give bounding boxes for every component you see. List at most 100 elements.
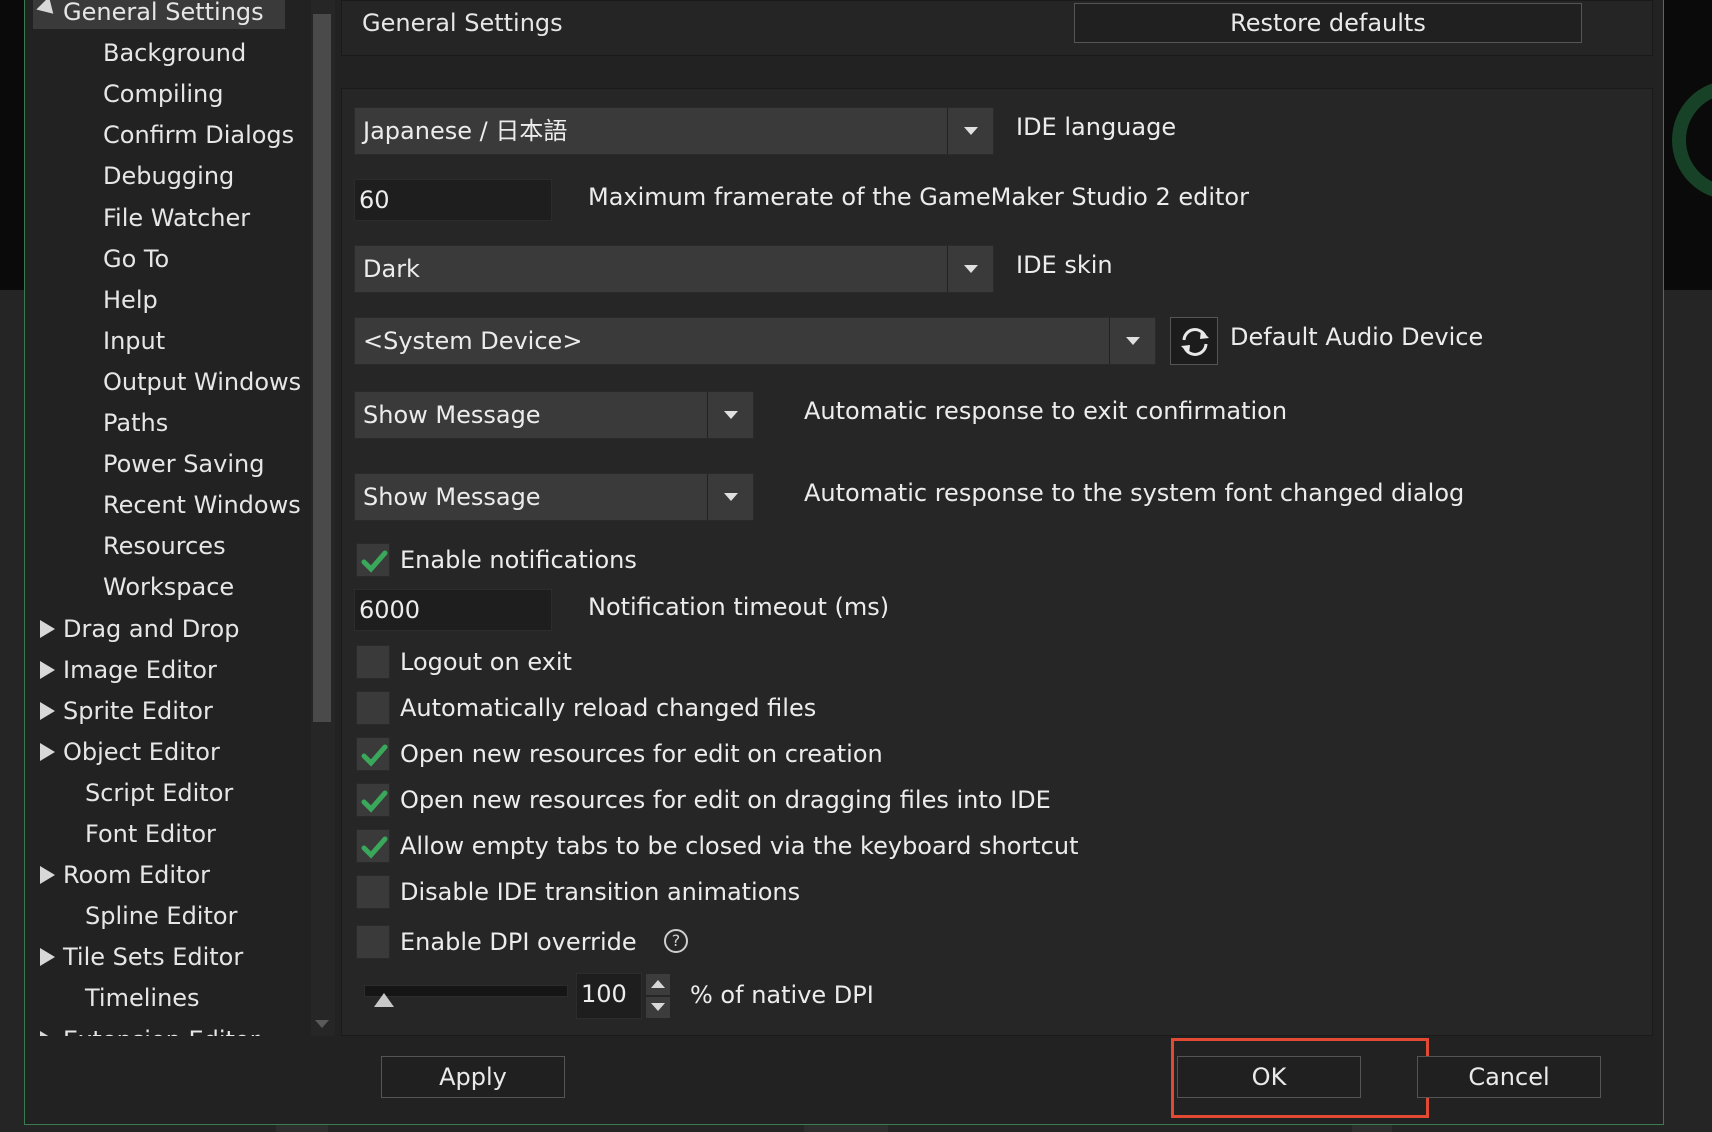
sidebar-item-label: Background	[103, 39, 247, 68]
ide-skin-label: IDE skin	[1016, 251, 1113, 279]
checkbox-label: Logout on exit	[400, 648, 572, 676]
sidebar-item-label: Drag and Drop	[63, 614, 240, 643]
sidebar-item[interactable]: Sprite Editor	[33, 694, 285, 728]
ide-language-dropdown[interactable]: Japanese / 日本語	[354, 107, 994, 155]
checkbox[interactable]	[356, 875, 390, 909]
framerate-label: Maximum framerate of the GameMaker Studi…	[588, 183, 1249, 211]
font-response-label: Automatic response to the system font ch…	[804, 479, 1465, 507]
sidebar-item-label: Go To	[103, 244, 170, 273]
cancel-button[interactable]: Cancel	[1417, 1056, 1601, 1098]
decrement-arrow-icon[interactable]	[646, 997, 670, 1018]
sidebar-item[interactable]: General Settings	[33, 0, 285, 29]
checkbox-label: Automatically reload changed files	[400, 694, 817, 722]
exit-response-dropdown[interactable]: Show Message	[354, 391, 754, 439]
sidebar-item-label: Help	[103, 285, 158, 314]
dpi-spinner[interactable]	[646, 974, 670, 1018]
sidebar-item[interactable]: Object Editor	[33, 735, 285, 769]
sidebar-item-label: Sprite Editor	[63, 696, 213, 725]
audio-device-dropdown[interactable]: <System Device>	[354, 317, 1156, 365]
sidebar-item[interactable]: Workspace	[33, 570, 285, 604]
sidebar-item[interactable]: Script Editor	[33, 776, 285, 810]
sidebar-item[interactable]: Debugging	[33, 159, 285, 193]
collapsed-arrow-icon[interactable]	[40, 866, 55, 885]
checkbox[interactable]	[356, 543, 390, 577]
sidebar-item[interactable]: Spline Editor	[33, 899, 285, 933]
notification-timeout-input[interactable]: 6000	[354, 589, 552, 631]
sidebar-item-label: File Watcher	[103, 203, 251, 232]
sidebar-item[interactable]: File Watcher	[33, 201, 285, 235]
checkmark-icon	[361, 836, 388, 859]
dpi-slider[interactable]	[364, 985, 568, 997]
checkbox-label: Allow empty tabs to be closed via the ke…	[400, 832, 1079, 860]
framerate-value: 60	[359, 186, 390, 214]
checkbox[interactable]	[356, 645, 390, 679]
sidebar-item-label: Room Editor	[63, 861, 210, 890]
checkbox-label: Disable IDE transition animations	[400, 878, 801, 906]
ide-language-label: IDE language	[1016, 113, 1177, 141]
chevron-down-icon[interactable]	[947, 108, 993, 154]
collapsed-arrow-icon[interactable]	[40, 948, 55, 967]
framerate-input[interactable]: 60	[354, 179, 552, 221]
sidebar-item-label: Recent Windows	[103, 491, 301, 520]
sidebar-item-label: Workspace	[103, 573, 235, 602]
sidebar-item[interactable]: Help	[33, 283, 285, 317]
sidebar-item[interactable]: Recent Windows	[33, 488, 301, 522]
font-response-dropdown[interactable]: Show Message	[354, 473, 754, 521]
collapsed-arrow-icon[interactable]	[40, 619, 55, 638]
sidebar-item-label: Compiling	[103, 80, 224, 109]
expanded-arrow-icon[interactable]	[36, 0, 60, 21]
sidebar-item[interactable]: Image Editor	[33, 653, 285, 687]
sidebar-item[interactable]: Resources	[33, 529, 285, 563]
ide-language-value: Japanese / 日本語	[363, 117, 568, 145]
chevron-down-icon[interactable]	[707, 392, 753, 438]
collapsed-arrow-icon[interactable]	[40, 660, 55, 679]
dpi-input[interactable]: 100	[576, 973, 642, 1019]
checkbox[interactable]	[356, 783, 390, 817]
sidebar-item-label: Output Windows	[103, 367, 302, 396]
sidebar-scrollbar-thumb[interactable]	[313, 14, 331, 722]
ide-skin-dropdown[interactable]: Dark	[354, 245, 994, 293]
sidebar-item[interactable]: Confirm Dialogs	[33, 118, 294, 152]
sidebar-item[interactable]: Drag and Drop	[33, 612, 285, 646]
chevron-down-icon[interactable]	[1109, 318, 1155, 364]
sidebar-item[interactable]: Power Saving	[33, 447, 285, 481]
settings-scrollbar[interactable]	[1652, 89, 1653, 1036]
sidebar-item[interactable]: Room Editor	[33, 858, 285, 892]
chevron-down-icon[interactable]	[947, 246, 993, 292]
help-icon[interactable]: ?	[664, 929, 688, 953]
page-title: General Settings	[362, 9, 563, 37]
sidebar-scroll-down-icon[interactable]	[315, 1020, 329, 1028]
checkbox[interactable]	[356, 691, 390, 725]
checkbox[interactable]	[356, 925, 390, 959]
dpi-label: % of native DPI	[690, 981, 874, 1009]
checkbox[interactable]	[356, 737, 390, 771]
sidebar-item[interactable]: Tile Sets Editor	[33, 940, 285, 974]
sidebar-item[interactable]: Background	[33, 36, 285, 70]
sidebar-item[interactable]: Output Windows	[33, 365, 301, 399]
sidebar-item[interactable]: Extension Editor	[33, 1023, 285, 1036]
sidebar-item[interactable]: Paths	[33, 406, 285, 440]
refresh-audio-button[interactable]	[1170, 317, 1218, 365]
restore-defaults-button[interactable]: Restore defaults	[1074, 3, 1582, 43]
collapsed-arrow-icon[interactable]	[40, 701, 55, 720]
sidebar-item-label: Object Editor	[63, 737, 220, 766]
sidebar-item[interactable]: Input	[33, 324, 285, 358]
sidebar-item[interactable]: Timelines	[33, 981, 285, 1015]
apply-button[interactable]: Apply	[381, 1056, 565, 1098]
checkbox-label: Open new resources for edit on creation	[400, 740, 883, 768]
sidebar-item-label: Resources	[103, 532, 226, 561]
collapsed-arrow-icon[interactable]	[40, 1030, 55, 1036]
font-response-value: Show Message	[363, 483, 541, 511]
checkbox[interactable]	[356, 829, 390, 863]
increment-arrow-icon[interactable]	[646, 974, 670, 995]
sidebar-item[interactable]: Font Editor	[33, 817, 285, 851]
sidebar-item-label: Tile Sets Editor	[63, 943, 244, 972]
sidebar-item[interactable]: Go To	[33, 242, 285, 276]
settings-panel: Japanese / 日本語 IDE language 60 Maximum f…	[341, 88, 1653, 1036]
sidebar-item-label: Debugging	[103, 162, 235, 191]
sidebar-item[interactable]: Compiling	[33, 77, 285, 111]
sidebar-item-label: Power Saving	[103, 450, 265, 479]
collapsed-arrow-icon[interactable]	[40, 742, 55, 761]
chevron-down-icon[interactable]	[707, 474, 753, 520]
dpi-slider-handle[interactable]	[374, 993, 395, 1007]
